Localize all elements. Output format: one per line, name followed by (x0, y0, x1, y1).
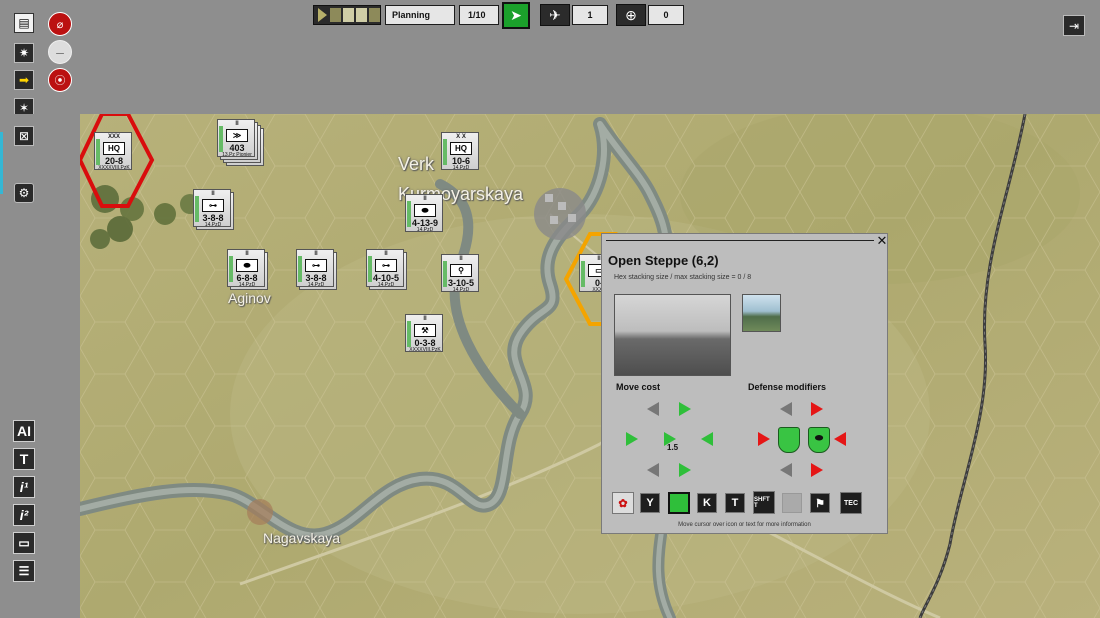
air-value: 1 (572, 5, 608, 25)
left-toolbar: ⊠ ⚙ AI T i¹ i² ▭ ☰ (0, 114, 80, 618)
unit-counter[interactable]: II ⚒ 0-3-8 XXXXVIII.PzK (405, 314, 449, 358)
selection-marker (0, 132, 3, 194)
close-icon[interactable]: ✕ (876, 234, 888, 247)
unit-counter[interactable]: II ⬬ 4-13-9 14.PzD (405, 194, 449, 238)
empty-slot (782, 493, 802, 513)
no-air-icon[interactable]: ⌀ (48, 12, 72, 36)
settings-icon[interactable]: ⚙ (14, 183, 34, 203)
t-button[interactable]: T (725, 493, 745, 513)
defense-arrow-icon[interactable] (811, 402, 823, 416)
unit-stack[interactable]: II ≫ 403 13.Pz Pionier (217, 119, 264, 166)
unit-counter[interactable]: II ⚲ 3-10-5 14.PzD (441, 254, 485, 298)
phase-label: Planning (385, 5, 455, 25)
shift-t-button[interactable]: SHFT T (753, 491, 775, 514)
hint-text: Move cursor over icon or text for more i… (678, 522, 811, 528)
move-arrow-icon[interactable] (647, 463, 659, 477)
unit-stack[interactable]: II ⬬ 6-8-8 14.PzD (227, 249, 271, 293)
move-arrow-icon[interactable] (626, 432, 638, 446)
unit-counter[interactable]: XXX HQ 20-8 XXXXVIII.PzK (94, 132, 138, 176)
document-icon[interactable]: ▤ (14, 13, 34, 33)
move-arrow-icon[interactable] (647, 402, 659, 416)
arrow-icon[interactable]: ➡ (14, 70, 34, 90)
move-arrow-icon[interactable] (701, 432, 713, 446)
unit-stack[interactable]: II ⊶ 3-8-8 14.PzD (193, 189, 237, 233)
unit-stack[interactable]: II ⊶ 4-10-5 14.PzD (366, 249, 410, 293)
place-nagavskaya: Nagavskaya (263, 530, 341, 546)
exit-icon[interactable]: ⇥ (1063, 15, 1085, 36)
explosion-icon[interactable]: ✷ (14, 43, 34, 63)
t-button[interactable]: T (13, 448, 35, 470)
top-area: ▤ ✷ ➡ ✶ ⌀ – ⦿ Planning 1/10 ➤ ✈ 1 ⊕ 0 ⇥ (0, 0, 1100, 118)
place-verk: Verk (398, 154, 435, 174)
defense-arrow-icon[interactable] (758, 432, 770, 446)
town-verk (534, 188, 586, 240)
move-arrow-icon[interactable] (679, 402, 691, 416)
next-phase-button[interactable]: ➤ (502, 2, 530, 29)
hex-title: Open Steppe (6,2) (608, 253, 719, 268)
tec-button[interactable]: TEC (840, 492, 862, 514)
river-thumbnail[interactable] (742, 294, 781, 332)
air-icon[interactable]: ✈ (540, 4, 570, 26)
unit-stack[interactable]: II ⊶ 3-8-8 14.PzD (296, 249, 340, 293)
disabled-icon[interactable]: – (48, 40, 72, 64)
naval-value: 0 (648, 5, 684, 25)
info2-button[interactable]: i² (13, 504, 35, 526)
defense-arrow-icon[interactable] (811, 463, 823, 477)
ai-button[interactable]: AI (13, 420, 35, 442)
phase-progress[interactable] (313, 5, 381, 25)
sliders-icon[interactable]: ☰ (13, 560, 35, 582)
town-nagavskaya (247, 499, 273, 525)
terrain-overlay-icon[interactable] (668, 492, 690, 514)
terrain-photo (614, 294, 731, 376)
y-button[interactable]: Y (640, 493, 660, 513)
infantry-shield-icon[interactable] (778, 427, 800, 453)
defense-arrow-icon[interactable] (834, 432, 846, 446)
defense-arrow-icon[interactable] (780, 463, 792, 477)
panel-rule (606, 240, 874, 241)
flag-icon[interactable]: ⚑ (810, 493, 830, 513)
turn-label: 1/10 (459, 5, 499, 25)
play-icon (318, 8, 327, 22)
hex-info-panel: ✕ Open Steppe (6,2) Hex stacking size / … (601, 233, 888, 534)
center-move-cost: 1.5 (667, 443, 679, 452)
game-map[interactable]: Verk Kurmoyarskaya Aginov Nagavskaya XXX… (80, 114, 1100, 618)
naval-icon[interactable]: ⊕ (616, 4, 646, 26)
stack-filter-icon[interactable]: ✿ (612, 492, 634, 514)
map-overview-icon[interactable]: ⊠ (14, 126, 34, 146)
no-radio-icon[interactable]: ⦿ (48, 68, 72, 92)
stacking-info: Hex stacking size / max stacking size = … (614, 274, 752, 281)
move-cost-label: Move cost (616, 382, 661, 392)
k-button[interactable]: K (697, 493, 717, 513)
monitor-icon[interactable]: ▭ (13, 532, 35, 554)
defense-arrow-icon[interactable] (780, 402, 792, 416)
info1-button[interactable]: i¹ (13, 476, 35, 498)
move-arrow-icon[interactable] (679, 463, 691, 477)
defense-label: Defense modifiers (748, 382, 827, 392)
unit-counter[interactable]: X X HQ 10-6 14.PzD (441, 132, 485, 176)
armor-shield-icon[interactable]: ⬬ (808, 427, 830, 453)
